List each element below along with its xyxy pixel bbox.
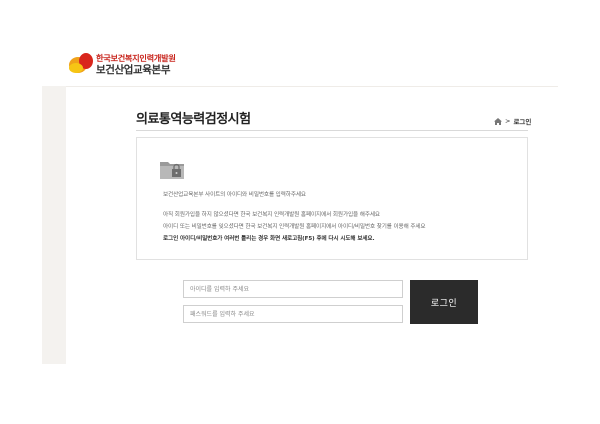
user-id-input[interactable] bbox=[183, 280, 403, 298]
folder-lock-icon bbox=[160, 162, 184, 179]
title-divider bbox=[136, 130, 528, 131]
breadcrumb-current: 로그인 bbox=[513, 118, 532, 126]
logo-division-name: 보건산업교육본부 bbox=[96, 64, 171, 76]
logo-mark-icon bbox=[69, 53, 93, 73]
notice-line-1: 보건산업교육본부 사이트의 아이디와 비밀번호를 입력하주세요 bbox=[163, 192, 306, 198]
home-icon[interactable] bbox=[494, 117, 502, 125]
notice-line-3: 아이디 또는 비밀번호를 잊으셨다면 한국 보건복지 인력개발원 홈페이지에서 … bbox=[163, 224, 426, 230]
page-title: 의료통역능력검정시험 bbox=[136, 112, 251, 127]
notice-line-2: 아직 회원가입을 하지 않으셨다면 한국 보건복지 인력개발원 홈페이지에서 회… bbox=[163, 212, 380, 218]
header-divider bbox=[42, 86, 558, 87]
site-header: 한국보건복지인력개발원 보건산업교육본부 bbox=[0, 0, 600, 86]
breadcrumb-separator: > bbox=[505, 117, 511, 125]
notice-line-4: 로그인 아이디/비밀번호가 여러번 틀리는 경우 화면 새로고침(F5) 후에 … bbox=[163, 236, 375, 242]
login-notice-box: 보건산업교육본부 사이트의 아이디와 비밀번호를 입력하주세요 아직 회원가입을… bbox=[136, 137, 528, 260]
breadcrumb: > 로그인 bbox=[494, 116, 531, 126]
password-input[interactable] bbox=[183, 305, 403, 323]
left-side-band bbox=[42, 86, 66, 364]
site-logo[interactable]: 한국보건복지인력개발원 보건산업교육본부 bbox=[66, 50, 206, 80]
login-button[interactable]: 로그인 bbox=[410, 280, 478, 324]
